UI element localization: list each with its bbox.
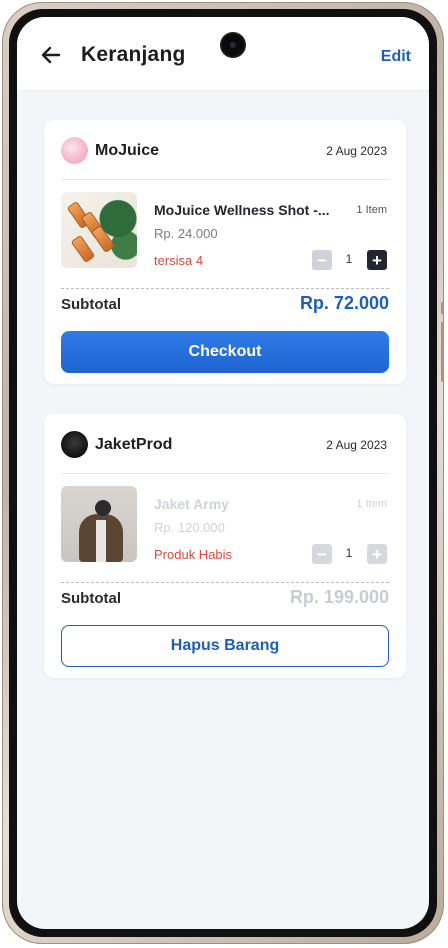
product-name[interactable]: Jaket Army	[154, 496, 229, 512]
divider	[61, 179, 389, 180]
plus-icon[interactable]: +	[367, 250, 387, 270]
bottle-shape	[90, 224, 116, 254]
phone-frame: Keranjang Edit MoJuice 2 Aug 2023 MoJuic…	[2, 2, 444, 944]
remove-item-button[interactable]: Hapus Barang	[61, 625, 389, 667]
dashed-divider	[61, 582, 389, 583]
product-price: Rp. 24.000	[154, 226, 218, 241]
page-title: Keranjang	[81, 43, 186, 66]
item-count: 1 Item	[356, 498, 387, 510]
dashed-divider	[61, 288, 389, 289]
subtotal-label: Subtotal	[61, 590, 121, 607]
store-header: MoJuice 2 Aug 2023	[44, 120, 406, 180]
store-avatar	[61, 137, 88, 164]
quantity-stepper: − 1 +	[312, 544, 387, 564]
phone-volume-button	[441, 322, 444, 382]
arrow-left-icon[interactable]	[39, 43, 63, 67]
order-date: 2 Aug 2023	[326, 438, 387, 452]
product-image[interactable]	[61, 486, 137, 562]
figure-inner-shape	[96, 520, 106, 562]
phone-bezel: Keranjang Edit MoJuice 2 Aug 2023 MoJuic…	[9, 9, 437, 937]
checkout-button[interactable]: Checkout	[61, 331, 389, 373]
cart-card-jaketprod: JaketProd 2 Aug 2023 Jaket Army 1 Item R…	[44, 414, 406, 678]
minus-icon[interactable]: −	[312, 544, 332, 564]
subtotal-value: Rp. 72.000	[299, 293, 389, 313]
app-header: Keranjang Edit	[17, 17, 429, 91]
product-price: Rp. 120.000	[154, 520, 225, 535]
store-name[interactable]: JaketProd	[95, 436, 172, 454]
subtotal-label: Subtotal	[61, 296, 121, 313]
subtotal-value: Rp. 199.000	[289, 587, 389, 607]
divider	[61, 473, 389, 474]
quantity-value: 1	[345, 546, 353, 560]
order-date: 2 Aug 2023	[326, 144, 387, 158]
cart-card-mojuice: MoJuice 2 Aug 2023 MoJuice Wellness Shot…	[44, 120, 406, 384]
product-image[interactable]	[61, 192, 137, 268]
stock-label: tersisa 4	[154, 253, 204, 268]
front-camera	[222, 34, 244, 56]
quantity-stepper: − 1 +	[312, 250, 387, 270]
store-header: JaketProd 2 Aug 2023	[44, 414, 406, 474]
product-name[interactable]: MoJuice Wellness Shot -...	[154, 202, 330, 218]
screen: Keranjang Edit MoJuice 2 Aug 2023 MoJuic…	[17, 17, 429, 929]
store-name[interactable]: MoJuice	[95, 142, 159, 160]
stock-label: Produk Habis	[154, 547, 233, 562]
figure-head-shape	[95, 500, 111, 516]
phone-side-button	[441, 302, 444, 314]
item-count: 1 Item	[356, 204, 387, 216]
edit-button[interactable]: Edit	[381, 48, 411, 66]
plus-icon[interactable]: +	[367, 544, 387, 564]
quantity-value: 1	[345, 252, 353, 266]
minus-icon[interactable]: −	[312, 250, 332, 270]
store-avatar	[61, 431, 88, 458]
bottle-shape	[70, 234, 96, 264]
